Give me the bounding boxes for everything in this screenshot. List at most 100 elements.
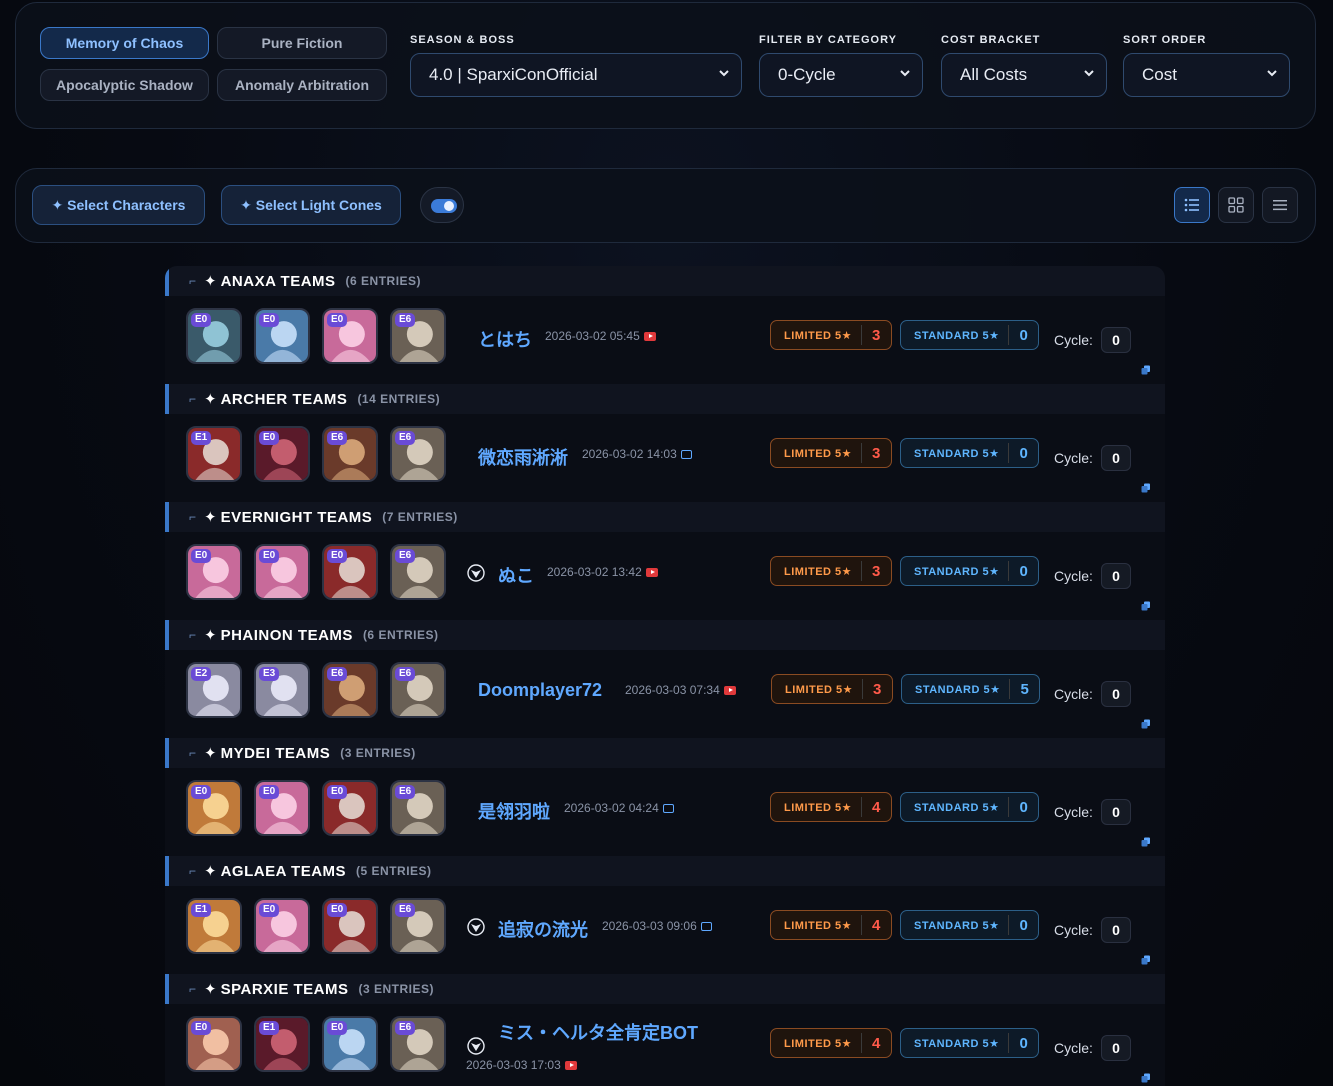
- eidolon-badge: E6: [395, 1021, 416, 1035]
- character-avatar[interactable]: E6: [390, 780, 446, 836]
- character-avatar[interactable]: E1: [186, 426, 242, 482]
- character-avatar[interactable]: E3: [254, 662, 310, 718]
- youtube-icon[interactable]: [643, 331, 656, 341]
- group-header[interactable]: ⌐ ✦ ARCHER TEAMS (14 ENTRIES): [165, 384, 1165, 414]
- copy-icon[interactable]: [1141, 952, 1151, 965]
- team-row[interactable]: E0 E0 E0 E6 是翎羽啦 2026-03-02 04:24 LIMITED 5★ 4 S…: [165, 768, 1165, 857]
- character-avatar[interactable]: E0: [254, 898, 310, 954]
- copy-icon[interactable]: [1141, 716, 1151, 729]
- collapse-icon[interactable]: ⌐: [189, 982, 196, 996]
- select-characters-button[interactable]: ✦ Select Characters: [32, 185, 205, 225]
- bilibili-icon[interactable]: [680, 449, 692, 459]
- collapse-icon[interactable]: ⌐: [189, 510, 196, 524]
- character-avatar[interactable]: E6: [390, 662, 446, 718]
- collapse-icon[interactable]: ⌐: [189, 628, 196, 642]
- youtube-icon[interactable]: [723, 685, 736, 695]
- player-name-link[interactable]: とはち: [478, 326, 532, 352]
- category-select[interactable]: 0-Cycle: [759, 53, 923, 97]
- copy-icon[interactable]: [1141, 1070, 1151, 1083]
- eidolon-badge: E0: [327, 313, 348, 327]
- limited-count-badge: LIMITED 5★ 4: [770, 1028, 892, 1058]
- team-row[interactable]: E2 E3 E6 E6 Doomplayer72 2026-03-03 07:34 LIMI…: [165, 650, 1165, 739]
- collapse-icon[interactable]: ⌐: [189, 746, 196, 760]
- season-select[interactable]: 4.0 | SparxiConOfficial: [410, 53, 742, 97]
- collapse-icon[interactable]: ⌐: [189, 392, 196, 406]
- character-avatar[interactable]: E0: [322, 898, 378, 954]
- mode-pure-fiction[interactable]: Pure Fiction: [217, 27, 387, 59]
- copy-icon[interactable]: [1141, 362, 1151, 375]
- mode-apocalyptic-shadow[interactable]: Apocalyptic Shadow: [40, 69, 209, 101]
- character-avatar[interactable]: E6: [322, 426, 378, 482]
- list-view-button[interactable]: [1174, 187, 1210, 223]
- character-avatar[interactable]: E0: [322, 1016, 378, 1072]
- group-header[interactable]: ⌐ ✦ PHAINON TEAMS (6 ENTRIES): [165, 620, 1165, 650]
- mode-memory-of-chaos[interactable]: Memory of Chaos: [40, 27, 209, 59]
- limited-count-badge: LIMITED 5★ 3: [770, 320, 892, 350]
- character-avatar[interactable]: E0: [254, 544, 310, 600]
- limited-label: LIMITED 5★: [784, 565, 853, 578]
- team-row[interactable]: E1 E0 E0 E6 追寂の流光 2026-03-03 09:06 LIMITED 5★ 4…: [165, 886, 1165, 975]
- group-count: (5 ENTRIES): [356, 864, 432, 878]
- group-header[interactable]: ⌐ ✦ SPARXIE TEAMS (3 ENTRIES): [165, 974, 1165, 1004]
- standard-count-badge: STANDARD 5★ 0: [900, 910, 1040, 940]
- compact-view-button[interactable]: [1262, 187, 1298, 223]
- copy-icon[interactable]: [1141, 834, 1151, 847]
- mode-anomaly-arbitration[interactable]: Anomaly Arbitration: [217, 69, 387, 101]
- collapse-icon[interactable]: ⌐: [189, 864, 196, 878]
- collapse-icon[interactable]: ⌐: [189, 274, 196, 288]
- character-avatar[interactable]: E0: [186, 780, 242, 836]
- group-header[interactable]: ⌐ ✦ AGLAEA TEAMS (5 ENTRIES): [165, 856, 1165, 886]
- bilibili-icon[interactable]: [700, 921, 712, 931]
- copy-icon[interactable]: [1141, 598, 1151, 611]
- team-row[interactable]: E0 E1 E0 E6 ミス・ヘルタ全肯定BOT 2026-03-03 17:03 LIMI…: [165, 1004, 1165, 1086]
- character-avatar[interactable]: E6: [390, 544, 446, 600]
- character-avatar[interactable]: E6: [322, 662, 378, 718]
- character-avatar[interactable]: E6: [390, 1016, 446, 1072]
- team-row[interactable]: E0 E0 E0 E6 ぬこ 2026-03-02 13:42 LIMITED 5★ 3 STA…: [165, 532, 1165, 621]
- player-name-link[interactable]: 是翎羽啦: [478, 798, 550, 824]
- character-avatar[interactable]: E1: [254, 1016, 310, 1072]
- character-avatar[interactable]: E0: [186, 544, 242, 600]
- submission-date: 2026-03-02 14:03: [582, 447, 692, 461]
- cycle-value: 0: [1101, 1035, 1131, 1061]
- limited-value: 3: [872, 326, 881, 344]
- group-header[interactable]: ⌐ ✦ ANAXA TEAMS (6 ENTRIES): [165, 266, 1165, 296]
- character-avatar[interactable]: E6: [390, 308, 446, 364]
- toggle-switch[interactable]: [420, 187, 464, 223]
- player-name-link[interactable]: 微恋雨淅淅: [478, 444, 568, 470]
- character-avatar[interactable]: E0: [322, 780, 378, 836]
- youtube-icon[interactable]: [564, 1060, 577, 1070]
- player-name-link[interactable]: ぬこ: [498, 562, 534, 588]
- sort-select[interactable]: Cost: [1123, 53, 1290, 97]
- team-list: ⌐ ✦ ANAXA TEAMS (6 ENTRIES) E0 E0 E0 E6 とはち 2026-…: [165, 266, 1165, 1086]
- standard-label: STANDARD 5★: [914, 447, 1000, 460]
- cost-select[interactable]: All Costs: [941, 53, 1107, 97]
- player-name-link[interactable]: Doomplayer72: [478, 680, 602, 701]
- character-avatar[interactable]: E0: [186, 308, 242, 364]
- player-name-link[interactable]: ミス・ヘルタ全肯定BOT: [498, 1019, 698, 1045]
- toolbar-panel: [15, 168, 1316, 243]
- character-avatar[interactable]: E0: [254, 426, 310, 482]
- date-text: 2026-03-02 14:03: [582, 447, 677, 461]
- toggle-knob: [444, 201, 454, 211]
- team-row[interactable]: E0 E0 E0 E6 とはち 2026-03-02 05:45 LIMITED 5★ 3 ST…: [165, 296, 1165, 385]
- copy-icon[interactable]: [1141, 480, 1151, 493]
- bilibili-icon[interactable]: [662, 803, 674, 813]
- character-avatar[interactable]: E1: [186, 898, 242, 954]
- player-name-link[interactable]: 追寂の流光: [498, 916, 588, 942]
- team-row[interactable]: E1 E0 E6 E6 微恋雨淅淅 2026-03-02 14:03 LIMITED 5★ 3…: [165, 414, 1165, 503]
- character-avatar[interactable]: E0: [254, 780, 310, 836]
- character-avatar[interactable]: E0: [322, 544, 378, 600]
- character-avatar[interactable]: E2: [186, 662, 242, 718]
- character-avatar[interactable]: E6: [390, 426, 446, 482]
- limited-count-badge: LIMITED 5★ 3: [770, 438, 892, 468]
- group-header[interactable]: ⌐ ✦ MYDEI TEAMS (3 ENTRIES): [165, 738, 1165, 768]
- youtube-icon[interactable]: [645, 567, 658, 577]
- character-avatar[interactable]: E0: [254, 308, 310, 364]
- character-avatar[interactable]: E6: [390, 898, 446, 954]
- character-avatar[interactable]: E0: [186, 1016, 242, 1072]
- group-header[interactable]: ⌐ ✦ EVERNIGHT TEAMS (7 ENTRIES): [165, 502, 1165, 532]
- select-light-cones-button[interactable]: ✦ Select Light Cones: [221, 185, 401, 225]
- grid-view-button[interactable]: [1218, 187, 1254, 223]
- character-avatar[interactable]: E0: [322, 308, 378, 364]
